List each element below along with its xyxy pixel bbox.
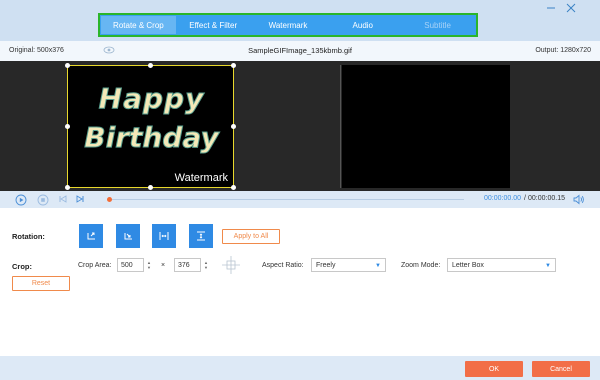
crop-width-input[interactable]: 500: [117, 258, 144, 272]
times-sign: ×: [161, 262, 166, 269]
current-time: 00:00:00.00: [484, 195, 521, 202]
tab-watermark[interactable]: Watermark: [251, 16, 326, 34]
flip-horizontal-icon: [159, 232, 169, 240]
aspect-ratio-value: Freely: [316, 261, 336, 269]
flip-vertical-button[interactable]: [189, 224, 213, 248]
image-text-birthday: Birthday: [84, 121, 219, 155]
tab-subtitle[interactable]: Subtitle: [400, 16, 475, 34]
crop-height-input[interactable]: 376: [174, 258, 201, 272]
zoom-mode-select[interactable]: Letter Box ▼: [447, 258, 556, 272]
rotate-right-button[interactable]: [116, 224, 140, 248]
stop-icon[interactable]: [37, 194, 49, 206]
minimize-icon[interactable]: [544, 2, 558, 14]
chevron-down-icon: ▼: [545, 263, 551, 269]
rotate-left-button[interactable]: [79, 224, 103, 248]
output-divider: [340, 65, 341, 188]
chevron-down-icon: ▼: [375, 263, 381, 269]
time-separator: /: [524, 195, 526, 202]
crop-area-label: Crop Area:: [78, 262, 112, 269]
rotate-left-icon: [87, 232, 95, 240]
crop-handle[interactable]: [231, 63, 236, 68]
zoom-mode-value: Letter Box: [452, 261, 484, 269]
rotation-label: Rotation:: [12, 232, 45, 241]
tab-effect-filter[interactable]: Effect & Filter: [176, 16, 251, 34]
crop-handle[interactable]: [65, 124, 70, 129]
progress-knob[interactable]: [107, 197, 112, 202]
output-preview: [342, 65, 510, 188]
volume-icon[interactable]: [573, 194, 585, 207]
crop-handle[interactable]: [65, 185, 70, 190]
crop-height-stepper[interactable]: ▲ ▼: [202, 258, 210, 272]
crop-handle[interactable]: [148, 185, 153, 190]
flip-vertical-icon: [197, 231, 205, 241]
original-preview[interactable]: Happy Birthday Watermark: [67, 65, 234, 188]
total-time: 00:00:00.15: [528, 195, 565, 202]
next-frame-icon[interactable]: [75, 194, 85, 204]
info-bar: Original: 500x376 SampleGIFImage_135kbmb…: [0, 41, 600, 61]
close-icon[interactable]: [564, 2, 578, 14]
preview-area: Happy Birthday Watermark: [0, 61, 600, 191]
ok-button[interactable]: OK: [465, 361, 523, 377]
crop-handle[interactable]: [148, 63, 153, 68]
rotate-right-icon: [124, 233, 132, 240]
crop-handle[interactable]: [231, 185, 236, 190]
previous-frame-icon[interactable]: [58, 194, 68, 204]
crop-handle[interactable]: [231, 124, 236, 129]
crop-width-stepper[interactable]: ▲ ▼: [145, 258, 153, 272]
tab-audio[interactable]: Audio: [325, 16, 400, 34]
apply-to-all-button[interactable]: Apply to All: [222, 229, 280, 244]
tab-bar: Rotate & Crop Effect & Filter Watermark …: [98, 13, 478, 37]
output-size: Output: 1280x720: [535, 47, 591, 54]
cancel-button[interactable]: Cancel: [532, 361, 590, 377]
playback-bar: 00:00:00.00 / 00:00:00.15: [0, 191, 600, 208]
tab-rotate-crop[interactable]: Rotate & Crop: [101, 16, 176, 34]
watermark-text: Watermark: [174, 172, 228, 184]
play-icon[interactable]: [15, 194, 27, 206]
reset-button[interactable]: Reset: [12, 276, 70, 291]
aspect-ratio-label: Aspect Ratio:: [262, 262, 304, 269]
crop-handle[interactable]: [65, 63, 70, 68]
file-name: SampleGIFImage_135kbmb.gif: [248, 46, 352, 55]
image-text-happy: Happy: [98, 82, 205, 116]
progress-track[interactable]: [108, 199, 464, 200]
zoom-mode-label: Zoom Mode:: [401, 262, 441, 269]
flip-horizontal-button[interactable]: [152, 224, 176, 248]
crop-label: Crop:: [12, 262, 32, 271]
title-bar: Rotate & Crop Effect & Filter Watermark …: [0, 0, 600, 41]
center-crop-icon[interactable]: [221, 255, 241, 277]
aspect-ratio-select[interactable]: Freely ▼: [311, 258, 386, 272]
